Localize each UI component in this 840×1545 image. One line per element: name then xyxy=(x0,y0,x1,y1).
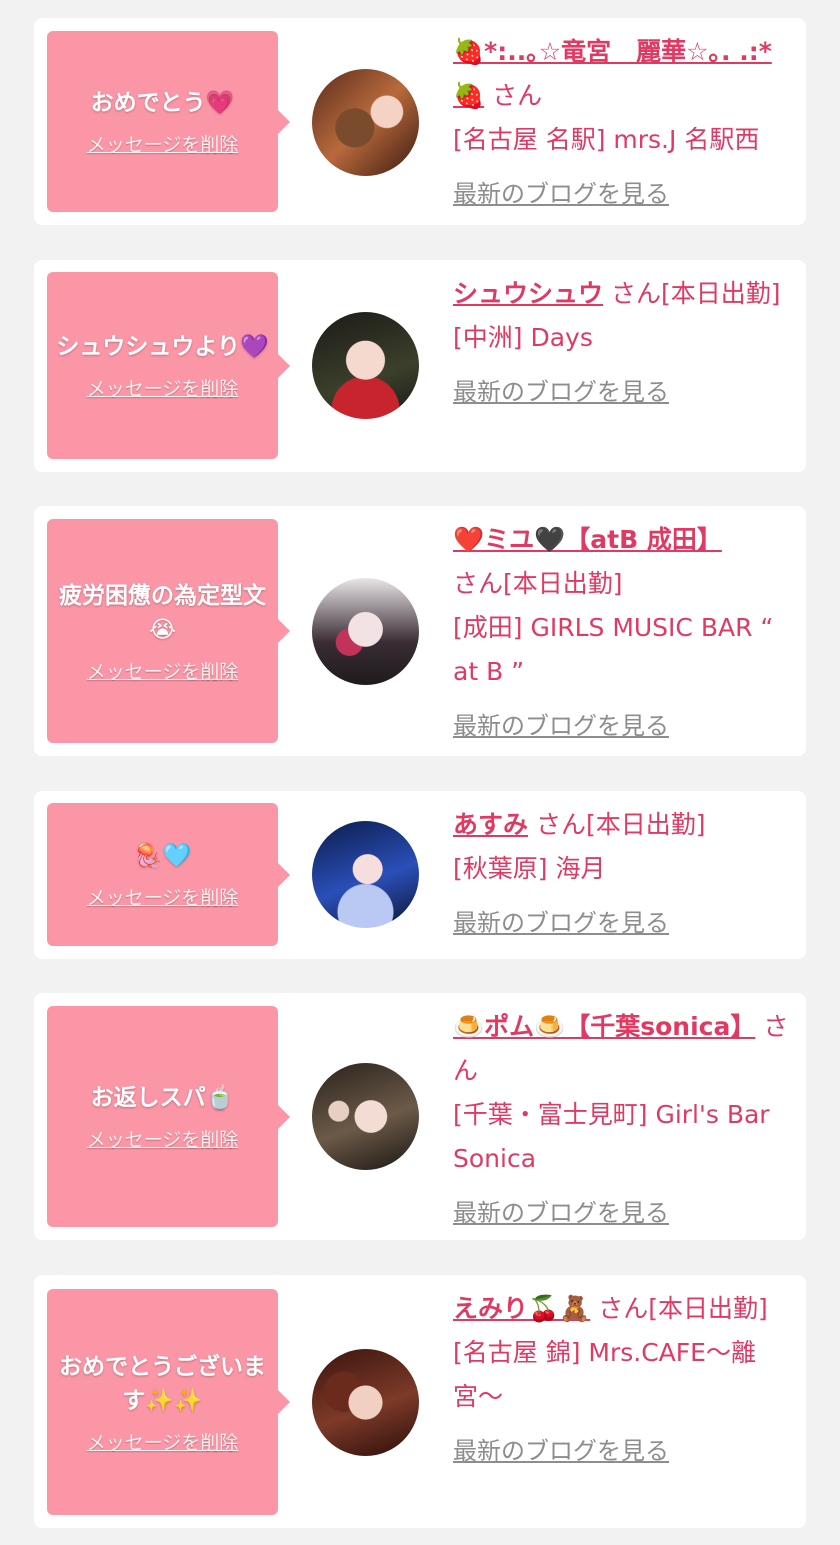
latest-blog-link[interactable]: 最新のブログを見る xyxy=(453,704,793,748)
avatar[interactable] xyxy=(312,69,419,176)
message-bubble: 疲労困憊の為定型文😭 メッセージを削除 xyxy=(47,519,290,743)
delete-message-link[interactable]: メッセージを削除 xyxy=(87,1125,239,1152)
honorific: さん xyxy=(598,1294,649,1323)
honorific: さん xyxy=(453,569,504,598)
shop-info: [中洲] Days xyxy=(453,323,593,352)
shop-info: [名古屋 錦] Mrs.CAFE〜離宮〜 xyxy=(453,1338,756,1411)
message-text: 疲労困憊の為定型文😭 xyxy=(59,582,266,643)
avatar[interactable] xyxy=(312,1349,419,1456)
message-card: お返しスパ🍵 メッセージを削除 🍮ポム🍮【千葉sonica】 さん [千葉・富士… xyxy=(34,993,806,1240)
profile-info: 🍓*:..｡☆竜宮 麗華☆｡. .:*🍓 さん [名古屋 名駅] mrs.J 名… xyxy=(453,30,793,216)
message-bubble: おめでとうございます✨✨ メッセージを削除 xyxy=(47,1289,290,1515)
message-card: シュウシュウより💜 メッセージを削除 シュウシュウ さん[本日出勤] [中洲] … xyxy=(34,260,806,472)
honorific: さん xyxy=(610,279,661,308)
avatar[interactable] xyxy=(312,578,419,685)
latest-blog-link[interactable]: 最新のブログを見る xyxy=(453,901,793,945)
message-text: 🪼🩵 xyxy=(133,843,192,869)
cast-name-link[interactable]: ❤️ミユ🖤【atB 成田】 xyxy=(453,525,722,554)
work-status: [本日出勤] xyxy=(660,279,781,308)
latest-blog-link[interactable]: 最新のブログを見る xyxy=(453,1191,793,1235)
avatar[interactable] xyxy=(312,1063,419,1170)
work-status: [本日出勤] xyxy=(585,810,706,839)
message-text: お返しスパ🍵 xyxy=(90,1085,235,1111)
cast-name-link[interactable]: あすみ xyxy=(453,810,528,839)
cast-name-link[interactable]: シュウシュウ xyxy=(453,279,603,308)
profile-info: えみり🍒🧸 さん[本日出勤] [名古屋 錦] Mrs.CAFE〜離宮〜 最新のブ… xyxy=(453,1287,793,1473)
work-status: [本日出勤] xyxy=(648,1294,768,1323)
profile-info: 🍮ポム🍮【千葉sonica】 さん [千葉・富士見町] Girl's Bar S… xyxy=(453,1005,793,1235)
delete-message-link[interactable]: メッセージを削除 xyxy=(87,657,239,684)
avatar[interactable] xyxy=(312,821,419,928)
delete-message-link[interactable]: メッセージを削除 xyxy=(87,130,239,157)
delete-message-link[interactable]: メッセージを削除 xyxy=(87,374,239,401)
latest-blog-link[interactable]: 最新のブログを見る xyxy=(453,370,793,414)
message-card: おめでとう💗 メッセージを削除 🍓*:..｡☆竜宮 麗華☆｡. .:*🍓 さん … xyxy=(34,18,806,225)
profile-info: シュウシュウ さん[本日出勤] [中洲] Days 最新のブログを見る xyxy=(453,272,793,414)
honorific: さん xyxy=(535,810,586,839)
honorific: さん xyxy=(492,81,543,110)
message-text: おめでとう💗 xyxy=(90,90,235,116)
cast-name-link[interactable]: 🍮ポム🍮【千葉sonica】 xyxy=(453,1012,755,1041)
shop-info: [名古屋 名駅] mrs.J 名駅西 xyxy=(453,125,760,154)
profile-info: ❤️ミユ🖤【atB 成田】 さん[本日出勤] [成田] GIRLS MUSIC … xyxy=(453,518,793,748)
message-bubble: お返しスパ🍵 メッセージを削除 xyxy=(47,1006,290,1227)
message-bubble: おめでとう💗 メッセージを削除 xyxy=(47,31,290,212)
delete-message-link[interactable]: メッセージを削除 xyxy=(87,1428,239,1455)
profile-info: あすみ さん[本日出勤] [秋葉原] 海月 最新のブログを見る xyxy=(453,803,793,945)
latest-blog-link[interactable]: 最新のブログを見る xyxy=(453,172,793,216)
avatar[interactable] xyxy=(312,312,419,419)
message-text: シュウシュウより💜 xyxy=(56,334,269,360)
message-bubble: 🪼🩵 メッセージを削除 xyxy=(47,803,290,946)
message-card: 🪼🩵 メッセージを削除 あすみ さん[本日出勤] [秋葉原] 海月 最新のブログ… xyxy=(34,791,806,959)
shop-info: [千葉・富士見町] Girl's Bar Sonica xyxy=(453,1100,770,1173)
message-card: おめでとうございます✨✨ メッセージを削除 えみり🍒🧸 さん[本日出勤] [名古… xyxy=(34,1275,806,1528)
latest-blog-link[interactable]: 最新のブログを見る xyxy=(453,1429,793,1473)
message-bubble: シュウシュウより💜 メッセージを削除 xyxy=(47,272,290,459)
shop-info: [成田] GIRLS MUSIC BAR “ at B ” xyxy=(453,613,774,686)
message-text: おめでとうございます✨✨ xyxy=(59,1353,266,1414)
work-status: [本日出勤] xyxy=(503,569,623,598)
delete-message-link[interactable]: メッセージを削除 xyxy=(87,883,239,910)
shop-info: [秋葉原] 海月 xyxy=(453,854,606,883)
message-card: 疲労困憊の為定型文😭 メッセージを削除 ❤️ミユ🖤【atB 成田】 さん[本日出… xyxy=(34,506,806,756)
cast-name-link[interactable]: えみり🍒🧸 xyxy=(453,1294,590,1323)
